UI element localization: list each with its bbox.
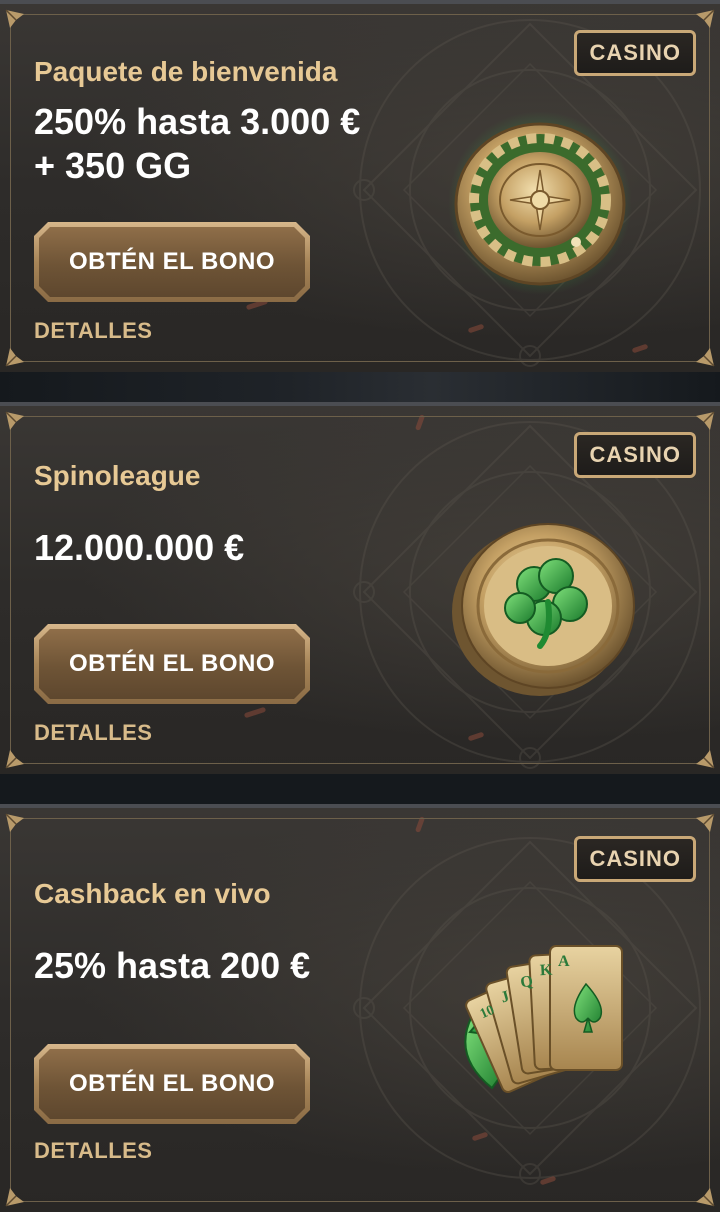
roulette-wheel-icon bbox=[448, 111, 632, 295]
promo-offer-line2: + 350 GG bbox=[34, 145, 192, 186]
details-link[interactable]: DETALLES bbox=[34, 318, 152, 344]
details-link[interactable]: DETALLES bbox=[34, 1138, 152, 1164]
card-letter-a: A bbox=[558, 953, 570, 970]
promo-card-spinoleague: CASINO Spinoleague 12.000.000 € OBTÉN EL… bbox=[0, 402, 720, 774]
promo-offer-line1: 250% hasta 3.000 € bbox=[34, 101, 361, 142]
clover-coin-icon bbox=[452, 523, 635, 696]
corner-ornament-icon bbox=[4, 346, 26, 368]
corner-ornament-icon bbox=[694, 812, 716, 834]
card-letter-k: K bbox=[539, 962, 553, 980]
corner-ornament-icon bbox=[4, 8, 26, 30]
corner-ornament-icon bbox=[694, 1186, 716, 1208]
category-badge: CASINO bbox=[574, 432, 696, 478]
get-bonus-button-label: OBTÉN EL BONO bbox=[39, 227, 305, 297]
corner-ornament-icon bbox=[694, 8, 716, 30]
promo-subtitle: Paquete de bienvenida bbox=[34, 56, 338, 87]
corner-ornament-icon bbox=[4, 812, 26, 834]
corner-ornament-icon bbox=[694, 410, 716, 432]
playing-cards-icon: 10 J Q K A bbox=[464, 945, 623, 1093]
corner-ornament-icon bbox=[4, 1186, 26, 1208]
promo-subtitle: Cashback en vivo bbox=[34, 878, 271, 909]
corner-ornament-icon bbox=[4, 410, 26, 432]
corner-ornament-icon bbox=[694, 748, 716, 770]
corner-ornament-icon bbox=[4, 748, 26, 770]
get-bonus-button-label: OBTÉN EL BONO bbox=[39, 629, 305, 699]
category-badge: CASINO bbox=[574, 30, 696, 76]
get-bonus-button-label: OBTÉN EL BONO bbox=[39, 1049, 305, 1119]
corner-ornament-icon bbox=[694, 346, 716, 368]
get-bonus-button[interactable]: OBTÉN EL BONO bbox=[34, 1044, 310, 1124]
promo-subtitle: Spinoleague bbox=[34, 460, 201, 491]
promo-offer-line1: 12.000.000 € bbox=[34, 527, 245, 568]
category-badge: CASINO bbox=[574, 836, 696, 882]
promo-card-welcome: CASINO Paquete de bienvenida 250% hasta … bbox=[0, 0, 720, 372]
promo-offer-line1: 25% hasta 200 € bbox=[34, 945, 311, 986]
promo-card-cashback: CASINO Cashback en vivo 25% hasta 200 € … bbox=[0, 804, 720, 1212]
card-letter-q: Q bbox=[519, 973, 534, 992]
get-bonus-button[interactable]: OBTÉN EL BONO bbox=[34, 222, 310, 302]
spark-icon bbox=[243, 706, 267, 719]
details-link[interactable]: DETALLES bbox=[34, 720, 152, 746]
get-bonus-button[interactable]: OBTÉN EL BONO bbox=[34, 624, 310, 704]
